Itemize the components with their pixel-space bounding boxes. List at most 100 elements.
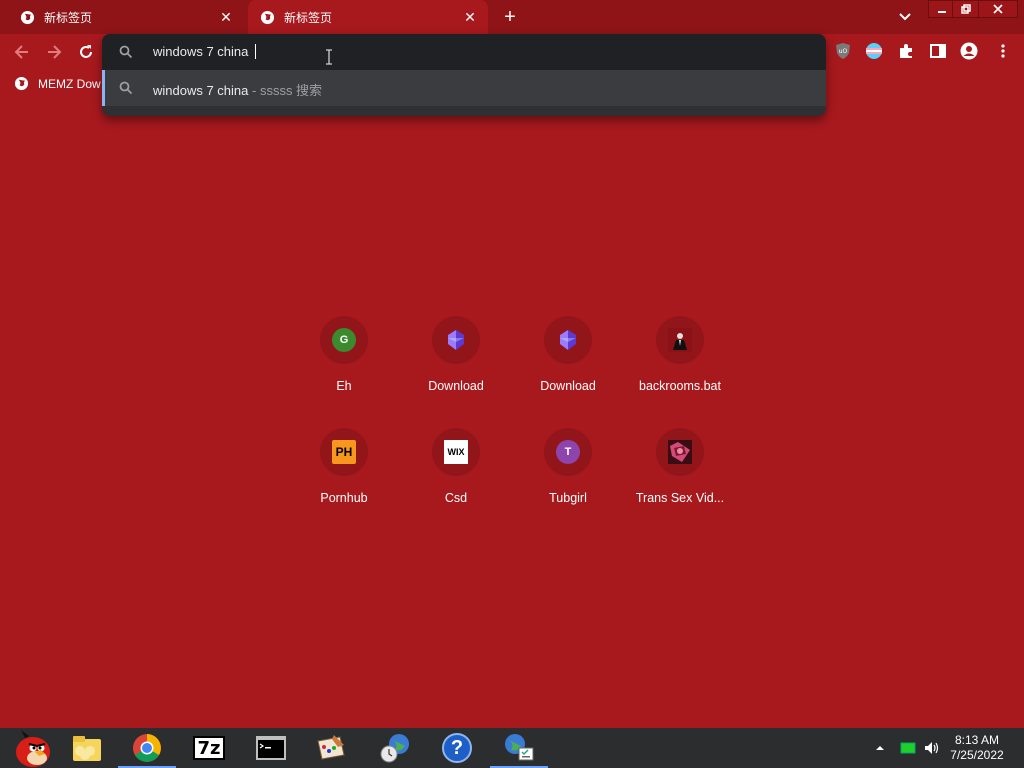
globe-icon bbox=[14, 76, 29, 91]
svg-text:uO: uO bbox=[839, 48, 848, 55]
search-icon bbox=[119, 45, 133, 59]
taskbar-network[interactable] bbox=[490, 728, 548, 768]
volume-icon bbox=[925, 742, 939, 754]
taskbar-angry-bird[interactable] bbox=[0, 728, 58, 768]
shortcut-icon-bg: T bbox=[544, 428, 592, 476]
purple-cube-icon bbox=[448, 330, 464, 350]
shortcut-label: Download bbox=[428, 379, 484, 393]
tray-overflow-button[interactable] bbox=[874, 728, 886, 768]
taskbar-chrome[interactable] bbox=[118, 728, 176, 768]
tab-strip: 新标签页 ✕ 新标签页 ✕ + bbox=[0, 0, 1024, 34]
purple-cube-icon bbox=[560, 330, 576, 350]
shortcut-tile[interactable]: T Tubgirl bbox=[512, 428, 624, 528]
pride-extension-icon[interactable] bbox=[865, 42, 883, 60]
tray-battery[interactable] bbox=[900, 728, 916, 768]
taskbar-help[interactable]: ? bbox=[428, 728, 486, 768]
taskbar-paint[interactable] bbox=[302, 728, 360, 768]
shortcut-label: backrooms.bat bbox=[639, 379, 721, 393]
suggestion-description: - sssss 搜索 bbox=[248, 83, 323, 98]
tab-close-icon[interactable]: ✕ bbox=[462, 9, 478, 25]
file-explorer-icon bbox=[73, 736, 101, 761]
help-icon: ? bbox=[442, 733, 472, 763]
globe-icon bbox=[20, 10, 35, 24]
reload-icon[interactable] bbox=[76, 42, 96, 62]
address-bar[interactable]: windows 7 china bbox=[102, 34, 826, 70]
shortcut-label: Pornhub bbox=[320, 491, 368, 505]
clock-globe-icon bbox=[380, 734, 409, 763]
close-window-button[interactable] bbox=[978, 0, 1018, 18]
wix-logo-icon: WIX bbox=[444, 440, 468, 464]
shortcut-tile[interactable]: WIX Csd bbox=[400, 428, 512, 528]
tab-new-tab-1[interactable]: 新标签页 ✕ bbox=[0, 0, 244, 34]
shortcut-tile[interactable]: G Eh bbox=[288, 316, 400, 416]
shortcut-label: Csd bbox=[444, 491, 468, 505]
taskbar-cmd[interactable] bbox=[242, 728, 300, 768]
suggestion-text: windows 7 china - sssss 搜索 bbox=[153, 80, 322, 99]
tab-title: 新标签页 bbox=[284, 10, 333, 25]
taskbar-clock-globe[interactable] bbox=[366, 728, 424, 768]
shortcut-label: Eh bbox=[336, 379, 352, 393]
shortcut-label: Download bbox=[540, 379, 596, 393]
search-icon bbox=[119, 81, 133, 95]
minimize-icon bbox=[938, 11, 946, 13]
bookmark-memz[interactable]: MEMZ Dow bbox=[14, 76, 101, 91]
text-caret bbox=[255, 44, 256, 59]
taskbar: 7z ? 8:13 AM 7/25/2022 bbox=[0, 728, 1024, 768]
ublock-origin-icon[interactable]: uO bbox=[834, 42, 852, 60]
close-icon bbox=[993, 4, 1003, 14]
omnibox-suggestion[interactable]: windows 7 china - sssss 搜索 bbox=[102, 70, 826, 106]
shortcut-tile[interactable]: Download bbox=[512, 316, 624, 416]
shortcut-icon-bg bbox=[656, 428, 704, 476]
globe-icon bbox=[260, 10, 275, 24]
clock-time: 8:13 AM bbox=[954, 733, 1000, 747]
restore-button[interactable] bbox=[952, 0, 980, 18]
shortcut-tile[interactable]: PH Pornhub bbox=[288, 428, 400, 528]
forward-arrow-icon[interactable] bbox=[44, 42, 64, 62]
restore-icon bbox=[961, 4, 971, 14]
new-tab-button[interactable]: + bbox=[500, 7, 520, 27]
shortcut-label: Trans Sex Vid... bbox=[635, 491, 725, 505]
back-arrow-icon[interactable] bbox=[12, 42, 32, 62]
omnibox-dropdown: windows 7 china windows 7 china - sssss … bbox=[102, 34, 826, 116]
chevron-up-icon bbox=[876, 746, 884, 750]
cmd-icon bbox=[256, 736, 286, 760]
puzzle-extensions-icon[interactable] bbox=[897, 42, 915, 60]
shortcut-icon-bg: WIX bbox=[432, 428, 480, 476]
figure-icon bbox=[668, 328, 692, 352]
shortcut-tile[interactable]: backrooms.bat bbox=[624, 316, 736, 416]
angry-bird-icon bbox=[16, 730, 50, 767]
thumbnail-icon bbox=[668, 440, 692, 464]
paint-icon bbox=[317, 735, 345, 760]
clock-date: 7/25/2022 bbox=[950, 748, 1004, 762]
shortcut-tile[interactable]: Trans Sex Vid... bbox=[624, 428, 736, 528]
more-menu-icon[interactable] bbox=[994, 42, 1012, 60]
7zip-icon: 7z bbox=[193, 736, 225, 760]
profile-avatar-icon[interactable] bbox=[960, 42, 978, 60]
network-icon bbox=[505, 734, 534, 761]
battery-icon bbox=[900, 742, 916, 754]
shortcut-icon-bg: G bbox=[320, 316, 368, 364]
taskbar-clock[interactable]: 8:13 AM 7/25/2022 bbox=[944, 733, 1010, 763]
tray-volume[interactable] bbox=[924, 728, 940, 768]
chrome-icon bbox=[133, 734, 161, 762]
chevron-down-icon[interactable] bbox=[896, 9, 914, 25]
letter-t-icon: T bbox=[556, 440, 580, 464]
tab-title: 新标签页 bbox=[44, 10, 93, 25]
address-input-value: windows 7 china bbox=[153, 44, 252, 59]
taskbar-7zip[interactable]: 7z bbox=[180, 728, 238, 768]
shortcut-label: Tubgirl bbox=[549, 491, 587, 505]
bookmark-label: MEMZ Dow bbox=[38, 76, 101, 91]
shortcut-icon-bg bbox=[432, 316, 480, 364]
suggestion-query: windows 7 china bbox=[153, 83, 249, 98]
ph-logo-icon: PH bbox=[332, 440, 356, 464]
shortcut-tile[interactable]: Download bbox=[400, 316, 512, 416]
shortcut-icon-bg bbox=[544, 316, 592, 364]
address-input[interactable]: windows 7 china bbox=[153, 44, 256, 59]
tab-close-icon[interactable]: ✕ bbox=[218, 9, 234, 25]
ibeam-cursor-icon bbox=[326, 49, 332, 65]
letter-g-icon: G bbox=[332, 328, 356, 352]
taskbar-file-explorer[interactable] bbox=[58, 728, 116, 768]
side-panel-icon[interactable] bbox=[929, 42, 947, 60]
shortcut-icon-bg: PH bbox=[320, 428, 368, 476]
tab-new-tab-2[interactable]: 新标签页 ✕ bbox=[248, 0, 488, 34]
